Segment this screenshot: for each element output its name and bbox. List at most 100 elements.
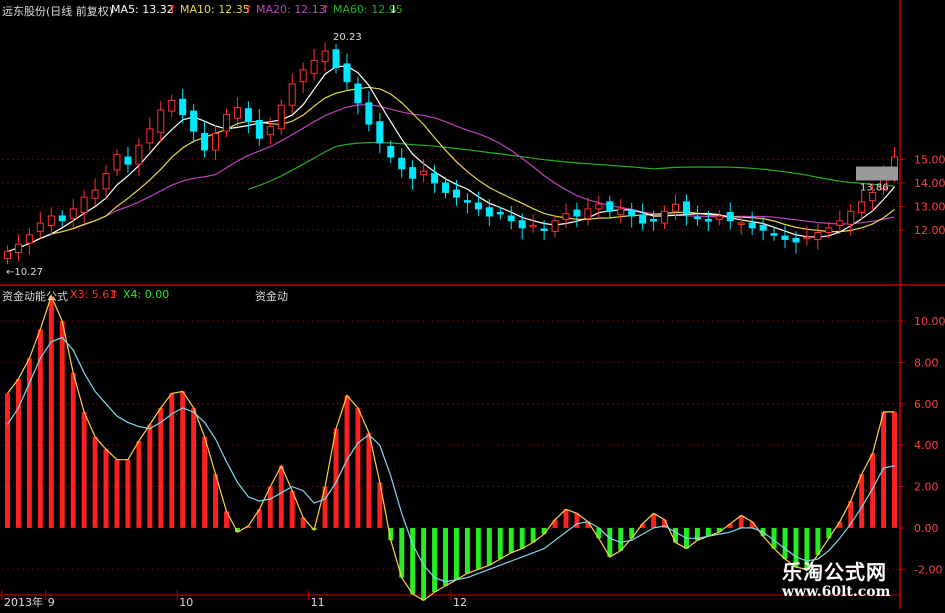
- candle-body: [847, 210, 855, 225]
- ma20-label: MA20: 12.13: [256, 3, 326, 16]
- date-label: 2013年: [4, 595, 43, 609]
- candle-body: [858, 201, 866, 213]
- negative-bar: [432, 527, 438, 593]
- negative-bar: [464, 527, 470, 574]
- candle-body: [650, 219, 658, 222]
- positive-bar: [563, 509, 569, 528]
- candle-body: [91, 189, 99, 199]
- candle-body: [562, 213, 570, 221]
- candle-body: [606, 201, 614, 212]
- price-tick-label: 13.00: [914, 201, 945, 214]
- candle-body: [496, 211, 504, 215]
- negative-bar: [475, 527, 481, 570]
- ma5-label: MA5: 13.32: [111, 3, 174, 16]
- candle-body: [222, 114, 231, 132]
- ma10-arrow: ↑: [244, 3, 254, 16]
- positive-bar: [202, 436, 208, 528]
- candle-body: [168, 100, 176, 112]
- candle-body: [507, 215, 515, 222]
- candle-body: [113, 154, 121, 171]
- candle-body: [354, 83, 362, 104]
- candle-body: [233, 107, 241, 119]
- positive-bar: [114, 459, 120, 528]
- candle-body: [365, 102, 373, 125]
- candle-body: [814, 232, 822, 241]
- candle-body: [157, 109, 165, 133]
- positive-bar: [366, 432, 372, 528]
- indicator-tick-label: 4.00: [914, 439, 939, 452]
- candle-body: [288, 83, 296, 106]
- positive-bar: [881, 411, 887, 528]
- positive-bar: [5, 393, 10, 528]
- candle-body: [518, 220, 526, 229]
- candle-body: [682, 201, 690, 215]
- negative-bar: [782, 527, 788, 559]
- negative-bar: [443, 527, 448, 586]
- candle-body: [25, 234, 33, 244]
- positive-bar: [136, 441, 142, 528]
- positive-bar: [859, 474, 865, 528]
- negative-bar: [673, 527, 678, 543]
- candle-body: [584, 208, 592, 219]
- candle-body: [639, 214, 647, 224]
- candle-body: [135, 144, 143, 165]
- low-annotation: ←10.27: [6, 267, 43, 278]
- ma5-arrow: ↑: [168, 3, 178, 16]
- date-label: 10: [179, 596, 193, 609]
- candle-body: [212, 133, 220, 151]
- candle-body: [792, 237, 800, 243]
- candle-body: [803, 236, 811, 240]
- positive-bar: [103, 449, 109, 528]
- positive-bar: [81, 412, 87, 528]
- candle-body: [255, 120, 263, 139]
- positive-bar: [125, 459, 131, 528]
- candle-body: [332, 49, 340, 69]
- positive-bar: [355, 407, 361, 528]
- candle-body: [474, 202, 482, 210]
- chart-canvas: 15.00 14.00 13.00 12.00 10.00 8.00 6.00 4.00 2.0…: [0, 0, 945, 609]
- indicator-tick-label: 10.00: [914, 315, 945, 328]
- candle-body: [431, 173, 439, 184]
- x3-arrow: ↑: [110, 288, 120, 301]
- candle-body: [201, 133, 209, 151]
- candle-body: [58, 215, 66, 222]
- candle-body: [3, 250, 11, 259]
- negative-bar: [508, 527, 514, 553]
- positive-bar: [278, 465, 284, 528]
- candle-body: [102, 173, 110, 190]
- candle-body: [748, 222, 756, 229]
- positive-bar: [59, 321, 65, 528]
- price-tick-label: 14.00: [914, 177, 945, 190]
- positive-bar: [191, 407, 197, 528]
- candle-body: [190, 110, 198, 132]
- positive-bar: [892, 411, 897, 528]
- negative-bar: [815, 527, 821, 555]
- candle-body: [726, 211, 734, 222]
- price-tick-label: 12.00: [914, 224, 945, 237]
- candle-body: [266, 125, 274, 136]
- candle-body: [277, 104, 285, 130]
- candle-body: [463, 200, 471, 203]
- candle-body: [737, 222, 745, 226]
- indicator-tick-label: -2.00: [914, 563, 942, 576]
- indicator-tick-label: 0.00: [914, 522, 939, 535]
- candle-body: [343, 63, 351, 83]
- candle-body: [387, 145, 395, 158]
- candle-body: [80, 196, 88, 213]
- candle-body: [661, 210, 669, 224]
- positive-bar: [48, 296, 54, 528]
- candle-body: [540, 228, 548, 231]
- positive-bar: [70, 372, 76, 528]
- candle-body: [69, 208, 77, 219]
- positive-bar: [158, 407, 164, 528]
- price-tick-label: 15.00: [914, 153, 945, 166]
- candle-body: [36, 222, 44, 232]
- ma60-line: [248, 142, 895, 190]
- last-price-annotation: 13.86: [860, 182, 889, 193]
- candle-body: [704, 219, 712, 222]
- indicator-tick-label: 2.00: [914, 481, 939, 494]
- ma20-arrow: ↑: [321, 3, 331, 16]
- date-label: 12: [453, 596, 467, 609]
- positive-bar: [552, 519, 558, 528]
- candle-body: [321, 50, 329, 63]
